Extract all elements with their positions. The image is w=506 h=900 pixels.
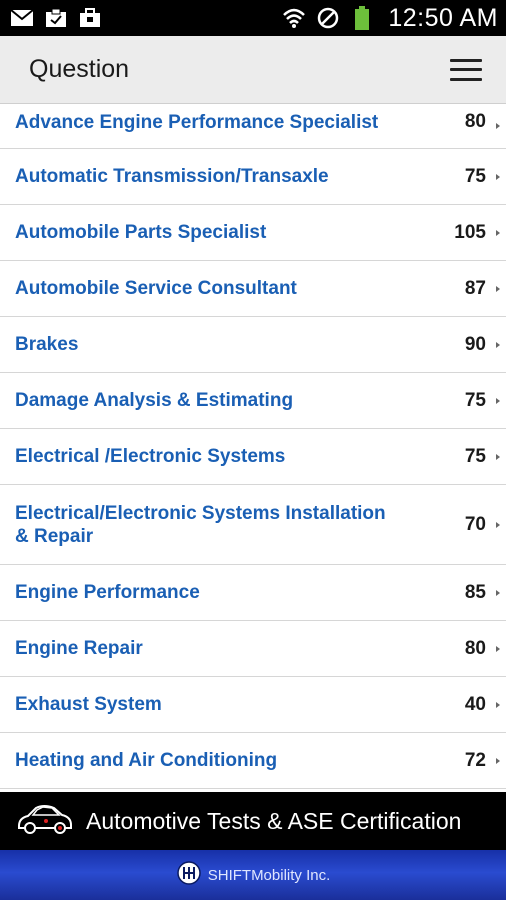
question-count: 80 [464, 637, 486, 659]
list-item[interactable]: Engine Repair 80 [0, 621, 506, 677]
category-label: Engine Repair [15, 638, 143, 659]
category-label: Damage Analysis & Estimating [15, 390, 294, 411]
footer-company-name: SHIFTMobility Inc. [207, 866, 331, 884]
list-item[interactable]: Automobile Service Consultant 87 [0, 261, 506, 317]
category-label: Automobile Parts Specialist [15, 222, 267, 243]
question-count: 90 [464, 333, 486, 355]
chevron-right-icon [496, 757, 500, 764]
wifi-icon [282, 7, 306, 29]
chevron-right-icon [496, 645, 500, 652]
list-item[interactable]: Damage Analysis & Estimating 75 [0, 373, 506, 429]
car-icon [16, 802, 74, 841]
category-label: Electrical/Electronic Systems Installati… [15, 502, 386, 547]
status-bar: 12:50 AM [0, 0, 506, 36]
question-category-list: Advance Engine Performance Specialist 80… [0, 104, 506, 792]
chevron-right-icon [496, 589, 500, 596]
category-label: Automobile Service Consultant [15, 278, 297, 299]
hamburger-menu-icon[interactable] [448, 55, 484, 85]
app-header: Question [0, 36, 506, 104]
do-not-disturb-icon [316, 7, 340, 29]
chevron-right-icon [496, 397, 500, 404]
list-item[interactable]: Engine Performance 85 [0, 565, 506, 621]
question-count: 40 [464, 693, 486, 715]
list-item[interactable]: Exhaust System 40 [0, 677, 506, 733]
list-item[interactable]: Automatic Transmission/Transaxle 75 [0, 149, 506, 205]
chevron-right-icon [496, 701, 500, 708]
category-label: Engine Performance [15, 582, 200, 603]
system-icons: 12:50 AM [282, 4, 498, 33]
chevron-right-icon [496, 123, 500, 129]
question-count: 75 [464, 445, 486, 467]
chevron-right-icon [496, 453, 500, 460]
question-count: 87 [464, 277, 486, 299]
clipboard-icon [44, 7, 68, 29]
notification-icons [10, 7, 102, 29]
gear-shift-logo-icon [176, 860, 202, 891]
list-item[interactable]: Electrical/Electronic Systems Installati… [0, 485, 506, 565]
chevron-right-icon [496, 229, 500, 236]
question-count: 85 [464, 581, 486, 603]
briefcase-icon [78, 7, 102, 29]
list-item[interactable]: Brakes 90 [0, 317, 506, 373]
question-count: 80 [464, 111, 486, 132]
list-item[interactable]: Heating and Air Conditioning 72 [0, 733, 506, 789]
question-count: 105 [454, 221, 486, 243]
category-label: Automatic Transmission/Transaxle [15, 166, 329, 187]
question-count: 70 [464, 513, 486, 535]
question-count: 75 [464, 165, 486, 187]
chevron-right-icon [496, 341, 500, 348]
promo-banner[interactable]: Automotive Tests & ASE Certification [0, 792, 506, 850]
list-item[interactable]: Automobile Parts Specialist 105 [0, 205, 506, 261]
email-icon [10, 7, 34, 29]
category-label: Advance Engine Performance Specialist [15, 111, 379, 133]
category-label: Electrical /Electronic Systems [15, 446, 286, 467]
chevron-right-icon [496, 173, 500, 180]
category-label: Brakes [15, 334, 79, 355]
page-title: Question [29, 55, 130, 83]
chevron-right-icon [496, 285, 500, 292]
question-count: 72 [464, 749, 486, 771]
battery-icon [350, 6, 374, 30]
category-label: Exhaust System [15, 694, 162, 715]
category-label: Heating and Air Conditioning [15, 750, 278, 771]
list-item[interactable]: Electrical /Electronic Systems 75 [0, 429, 506, 485]
banner-text: Automotive Tests & ASE Certification [86, 807, 462, 834]
chevron-right-icon [496, 521, 500, 528]
question-count: 75 [464, 389, 486, 411]
footer[interactable]: SHIFTMobility Inc. [0, 850, 506, 900]
list-item[interactable]: Advance Engine Performance Specialist 80 [0, 104, 506, 149]
clock: 12:50 AM [388, 3, 498, 32]
